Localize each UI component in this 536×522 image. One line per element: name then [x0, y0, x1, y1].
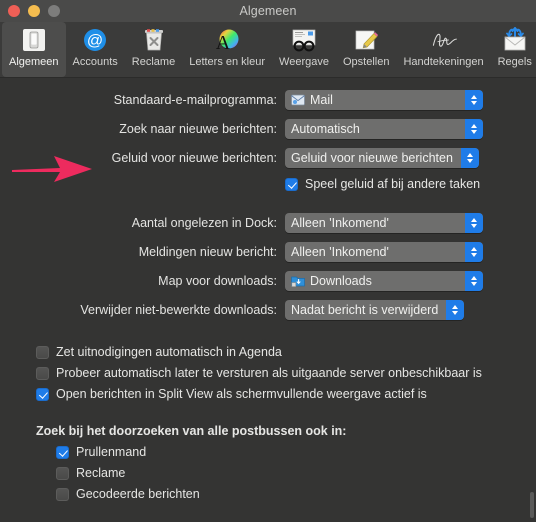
- compose-pencil-icon: [351, 26, 381, 54]
- preferences-window: Algemeen Algemeen @ Accounts Reclame A L…: [0, 0, 536, 522]
- minimize-button[interactable]: [28, 5, 40, 17]
- tab-handtekeningen[interactable]: Handtekeningen: [396, 22, 490, 77]
- tab-letters-en-kleur[interactable]: A Letters en kleur: [182, 22, 272, 77]
- row-label: Aantal ongelezen in Dock:: [131, 216, 277, 230]
- svg-text:@: @: [87, 33, 103, 50]
- option-retry-send-later[interactable]: Probeer automatisch later te versturen a…: [0, 366, 536, 380]
- checkbox-label: Speel geluid af bij andere taken: [305, 177, 481, 191]
- popup-value: Downloads: [310, 274, 372, 288]
- tab-label: Reclame: [131, 56, 176, 68]
- tab-reclame[interactable]: Reclame: [125, 22, 182, 77]
- checkbox-label: Zet uitnodigingen automatisch in Agenda: [56, 345, 282, 359]
- tab-algemeen[interactable]: Algemeen: [2, 22, 66, 77]
- default-mail-app-popup[interactable]: Mail: [285, 90, 483, 110]
- popup-value: Alleen 'Inkomend': [291, 216, 389, 230]
- row-check-new-messages: Zoek naar nieuwe berichten: Automatisch: [0, 119, 536, 139]
- tab-label: Regels: [497, 56, 532, 68]
- row-label: Zoek naar nieuwe berichten:: [119, 122, 277, 136]
- popup-value: Mail: [310, 93, 333, 107]
- downloads-folder-icon: [291, 274, 305, 288]
- traffic-lights: [0, 5, 60, 17]
- tab-label: Algemeen: [9, 56, 59, 68]
- tab-opstellen[interactable]: Opstellen: [336, 22, 396, 77]
- svg-text:A: A: [216, 32, 231, 53]
- check-new-messages-popup[interactable]: Automatisch: [285, 119, 483, 139]
- row-default-mail-app: Standaard-e-mailprogramma: Mail: [0, 90, 536, 110]
- checkbox-box[interactable]: [36, 345, 49, 359]
- popup-stepper[interactable]: [465, 271, 483, 291]
- play-sound-checkbox[interactable]: Speel geluid af bij andere taken: [285, 177, 480, 191]
- row-remove-unedited-downloads: Verwijder niet-bewerkte downloads: Nadat…: [0, 300, 536, 320]
- checkbox-box[interactable]: [56, 445, 69, 459]
- row-new-message-sound: Geluid voor nieuwe berichten: Geluid voo…: [0, 148, 536, 168]
- close-button[interactable]: [8, 5, 20, 17]
- tab-label: Weergave: [279, 56, 329, 68]
- checkbox-label: Prullenmand: [76, 445, 147, 459]
- junk-trash-icon: [139, 26, 169, 54]
- row-new-message-notifications: Meldingen nieuw bericht: Alleen 'Inkomen…: [0, 242, 536, 262]
- tab-regels[interactable]: Regels: [491, 22, 536, 77]
- popup-stepper[interactable]: [465, 119, 483, 139]
- tab-weergave[interactable]: Weergave: [272, 22, 336, 77]
- general-device-icon: [19, 26, 49, 54]
- tab-label: Handtekeningen: [403, 56, 484, 68]
- row-downloads-folder: Map voor downloads: Downloads: [0, 271, 536, 291]
- popup-stepper[interactable]: [465, 242, 483, 262]
- row-unread-in-dock: Aantal ongelezen in Dock: Alleen 'Inkome…: [0, 213, 536, 233]
- window-title: Algemeen: [239, 4, 297, 18]
- new-message-notifications-popup[interactable]: Alleen 'Inkomend': [285, 242, 483, 262]
- popup-stepper[interactable]: [460, 148, 479, 168]
- tab-label: Letters en kleur: [189, 56, 266, 68]
- title-bar: Algemeen: [0, 0, 536, 22]
- popup-value: Nadat bericht is verwijderd: [291, 303, 439, 317]
- popup-stepper[interactable]: [465, 213, 483, 233]
- mail-app-icon: [291, 93, 305, 107]
- scrollbar-thumb[interactable]: [530, 492, 534, 518]
- popup-value: Geluid voor nieuwe berichten: [291, 151, 453, 165]
- row-label: Meldingen nieuw bericht:: [138, 245, 277, 259]
- tab-label: Opstellen: [342, 56, 390, 68]
- checkbox-box[interactable]: [36, 387, 49, 401]
- signature-icon: [429, 26, 459, 54]
- option-split-view[interactable]: Open berichten in Split View als schermv…: [0, 387, 536, 401]
- checkbox-label: Open berichten in Split View als schermv…: [56, 387, 427, 401]
- preferences-toolbar: Algemeen @ Accounts Reclame A Letters en…: [0, 22, 536, 78]
- popup-stepper[interactable]: [465, 90, 483, 110]
- checkbox-box[interactable]: [285, 177, 298, 191]
- checkbox-box[interactable]: [36, 366, 49, 380]
- row-label: Standaard-e-mailprogramma:: [113, 93, 277, 107]
- fonts-colors-icon: A: [212, 26, 242, 54]
- search-group-title: Zoek bij het doorzoeken van alle postbus…: [36, 424, 347, 438]
- popup-value: Automatisch: [291, 122, 360, 136]
- row-label: Geluid voor nieuwe berichten:: [111, 151, 277, 165]
- popup-value: Alleen 'Inkomend': [291, 245, 389, 259]
- checkbox-box[interactable]: [56, 466, 69, 480]
- zoom-button: [48, 5, 60, 17]
- rules-envelope-icon: [500, 26, 530, 54]
- search-include-encrypted[interactable]: Gecodeerde berichten: [0, 487, 536, 501]
- tab-accounts[interactable]: @ Accounts: [66, 22, 125, 77]
- row-play-sound-other-tasks: Speel geluid af bij andere taken: [0, 177, 536, 191]
- at-sign-icon: @: [80, 26, 110, 54]
- remove-unedited-downloads-popup[interactable]: Nadat bericht is verwijderd: [285, 300, 465, 320]
- tab-label: Accounts: [72, 56, 118, 68]
- new-message-sound-popup[interactable]: Geluid voor nieuwe berichten: [285, 148, 479, 168]
- checkbox-box[interactable]: [56, 487, 69, 501]
- search-include-junk[interactable]: Reclame: [0, 466, 536, 480]
- row-label: Map voor downloads:: [158, 274, 277, 288]
- search-include-trash[interactable]: Prullenmand: [0, 445, 536, 459]
- checkbox-label: Probeer automatisch later te versturen a…: [56, 366, 482, 380]
- popup-stepper[interactable]: [446, 300, 465, 320]
- checkbox-label: Gecodeerde berichten: [76, 487, 200, 501]
- option-invitations-calendar[interactable]: Zet uitnodigingen automatisch in Agenda: [0, 345, 536, 359]
- downloads-folder-popup[interactable]: Downloads: [285, 271, 483, 291]
- unread-in-dock-popup[interactable]: Alleen 'Inkomend': [285, 213, 483, 233]
- row-label: Verwijder niet-bewerkte downloads:: [80, 303, 277, 317]
- checkbox-label: Reclame: [76, 466, 126, 480]
- preferences-content: Standaard-e-mailprogramma: Mail Zoek naa…: [0, 78, 536, 522]
- viewing-glasses-icon: [289, 26, 319, 54]
